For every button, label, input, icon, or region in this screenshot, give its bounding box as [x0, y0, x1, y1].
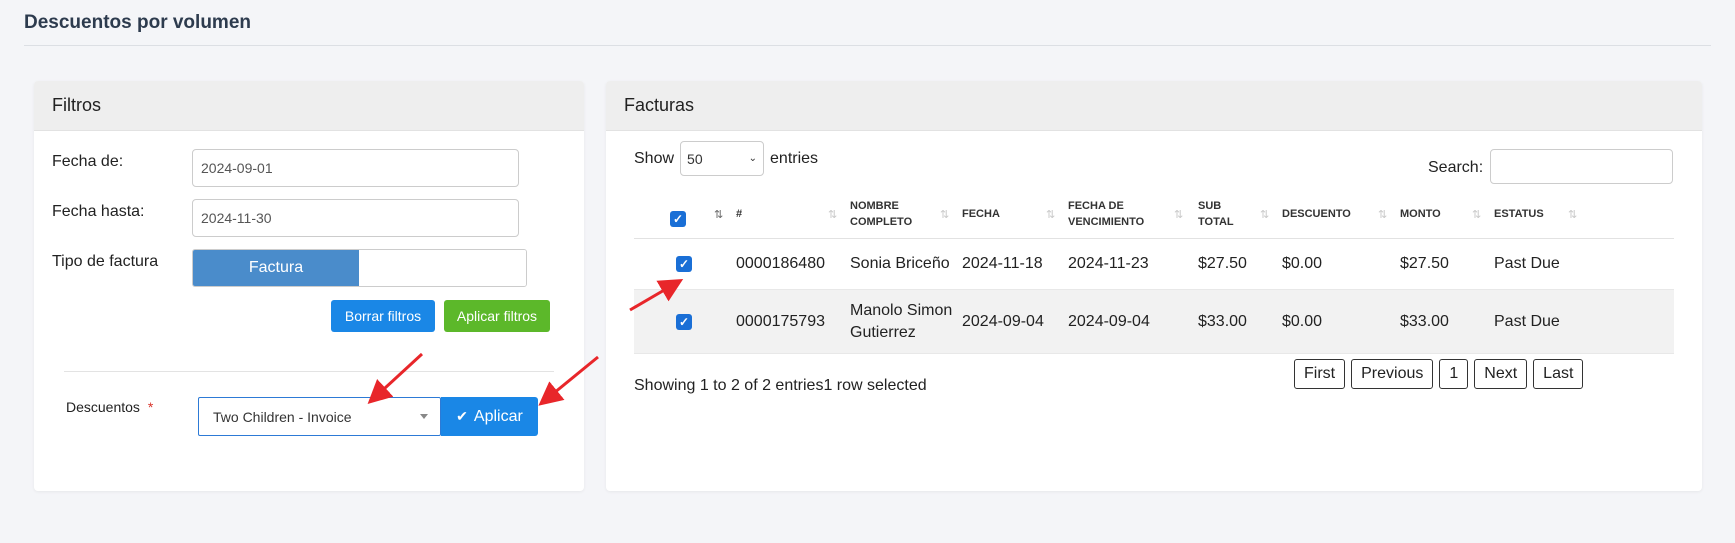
tipo-factura-toggle[interactable]: Factura: [192, 249, 527, 287]
descuentos-selected-value: Two Children - Invoice: [213, 408, 352, 425]
page-length-select[interactable]: 50 ⌄: [680, 141, 765, 176]
tipo-factura-option-factura[interactable]: Factura: [193, 250, 359, 286]
column-header-estatus[interactable]: ESTATUS: [1494, 189, 1594, 239]
cell-subtotal: $33.00: [1198, 312, 1247, 330]
select-all-checkbox[interactable]: ✓: [670, 211, 686, 227]
descuentos-label: Descuentos *: [66, 399, 153, 415]
column-header-descuento[interactable]: DESCUENTO: [1282, 189, 1392, 239]
sort-icon: ⇅: [1174, 209, 1183, 221]
cell-monto: $33.00: [1400, 312, 1449, 330]
column-label: DESCUENTO: [1282, 208, 1351, 220]
column-label: NOMBRE COMPLETO: [850, 200, 913, 228]
chevron-down-icon: ⌄: [748, 153, 758, 164]
show-label: Show: [634, 149, 675, 167]
tipo-factura-label: Tipo de factura: [52, 253, 159, 270]
required-mark: *: [147, 399, 154, 415]
search-label: Search:: [1428, 159, 1484, 176]
cell-vencimiento: 2024-11-23: [1068, 255, 1149, 272]
title-divider: [24, 45, 1711, 46]
filters-divider: [64, 371, 554, 372]
check-icon: ✔: [456, 408, 468, 424]
cell-subtotal: $27.50: [1198, 255, 1247, 272]
tipo-factura-option-empty[interactable]: [359, 250, 526, 286]
cell-fecha: 2024-11-18: [962, 255, 1043, 272]
fecha-hasta-label: Fecha hasta:: [52, 203, 145, 220]
fecha-hasta-input[interactable]: 2024-11-30: [192, 199, 519, 237]
cell-descuento: $0.00: [1282, 312, 1323, 330]
cell-name: Manolo Simon Gutierrez: [850, 301, 953, 341]
sort-icon: ⇅: [1378, 209, 1387, 221]
column-label: ESTATUS: [1494, 208, 1544, 220]
pager-first-button[interactable]: First: [1294, 359, 1346, 389]
sort-icon: ⇅: [1472, 209, 1481, 221]
row-checkbox[interactable]: ✓: [676, 256, 692, 272]
page-length-value: 50: [687, 150, 703, 167]
column-label: SUB TOTAL: [1198, 200, 1234, 228]
caret-down-icon: [420, 414, 428, 419]
table-row[interactable]: ✓ 0000175793 Manolo Simon Gutierrez 2024…: [634, 290, 1674, 354]
descuentos-label-text: Descuentos: [66, 399, 140, 415]
page-title: Descuentos por volumen: [24, 12, 251, 33]
pagination: First Previous 1 Next Last: [1294, 359, 1584, 389]
column-header-vencimiento[interactable]: FECHA DE VENCIMIENTO: [1068, 189, 1188, 239]
sort-icon: ⇅: [828, 209, 837, 221]
table-header: ✓ ⇅ # ⇅ NOMBRE COMPLETO ⇅ FECHA ⇅ FECHA …: [634, 189, 1674, 239]
aplicar-descuento-label: Aplicar: [473, 407, 523, 425]
filters-header: Filtros: [34, 81, 584, 131]
invoices-table: ✓ ⇅ # ⇅ NOMBRE COMPLETO ⇅ FECHA ⇅ FECHA …: [634, 189, 1674, 354]
clear-filters-button[interactable]: Borrar filtros: [331, 300, 435, 332]
table-info: Showing 1 to 2 of 2 entries1 row selecte…: [634, 377, 927, 394]
column-label: FECHA DE VENCIMIENTO: [1068, 200, 1145, 228]
page-length-control: Show 50 ⌄ entries: [634, 141, 818, 176]
sort-icon: ⇅: [1046, 209, 1055, 221]
sort-icon: ⇅: [1260, 209, 1269, 221]
sort-icon: ⇅: [1568, 209, 1577, 221]
aplicar-descuento-button[interactable]: ✔ Aplicar: [441, 397, 538, 436]
cell-monto: $27.50: [1400, 255, 1449, 272]
pager-page-1-button[interactable]: 1: [1439, 359, 1469, 389]
entries-label: entries: [770, 149, 819, 167]
page: Descuentos por volumen Filtros Fecha de:…: [0, 0, 1735, 543]
descuentos-select[interactable]: Two Children - Invoice: [198, 397, 441, 436]
cell-id: 0000175793: [736, 312, 825, 330]
column-header-subtotal[interactable]: SUB TOTAL: [1198, 189, 1268, 239]
invoices-header: Facturas: [606, 81, 1702, 131]
pager-last-button[interactable]: Last: [1533, 359, 1584, 389]
filters-card: Filtros Fecha de: 2024-09-01 Fecha hasta…: [34, 81, 584, 491]
apply-filters-button[interactable]: Aplicar filtros: [444, 300, 550, 332]
cell-estatus: Past Due: [1494, 312, 1560, 330]
cell-fecha: 2024-09-04: [962, 312, 1044, 330]
cell-descuento: $0.00: [1282, 255, 1323, 272]
table-row[interactable]: ✓ 0000186480 Sonia Briceño 2024-11-18 20…: [634, 239, 1674, 290]
fecha-de-input[interactable]: 2024-09-01: [192, 149, 519, 187]
cell-estatus: Past Due: [1494, 255, 1560, 272]
pager-previous-button[interactable]: Previous: [1351, 359, 1434, 389]
invoices-card: Facturas Show 50 ⌄ entries Search: ✓ ⇅ #…: [606, 81, 1702, 491]
sort-icon: ⇅: [940, 209, 949, 221]
column-label: FECHA: [962, 208, 1000, 220]
cell-vencimiento: 2024-09-04: [1068, 312, 1150, 330]
sort-icon[interactable]: ⇅: [714, 208, 723, 221]
search-input[interactable]: [1490, 149, 1673, 184]
cell-id: 0000186480: [736, 255, 825, 272]
fecha-de-label: Fecha de:: [52, 153, 124, 170]
cell-name: Sonia Briceño: [850, 255, 950, 272]
pager-next-button[interactable]: Next: [1474, 359, 1528, 389]
column-label: MONTO: [1400, 208, 1441, 220]
column-label: #: [736, 208, 743, 220]
row-checkbox[interactable]: ✓: [676, 314, 692, 330]
